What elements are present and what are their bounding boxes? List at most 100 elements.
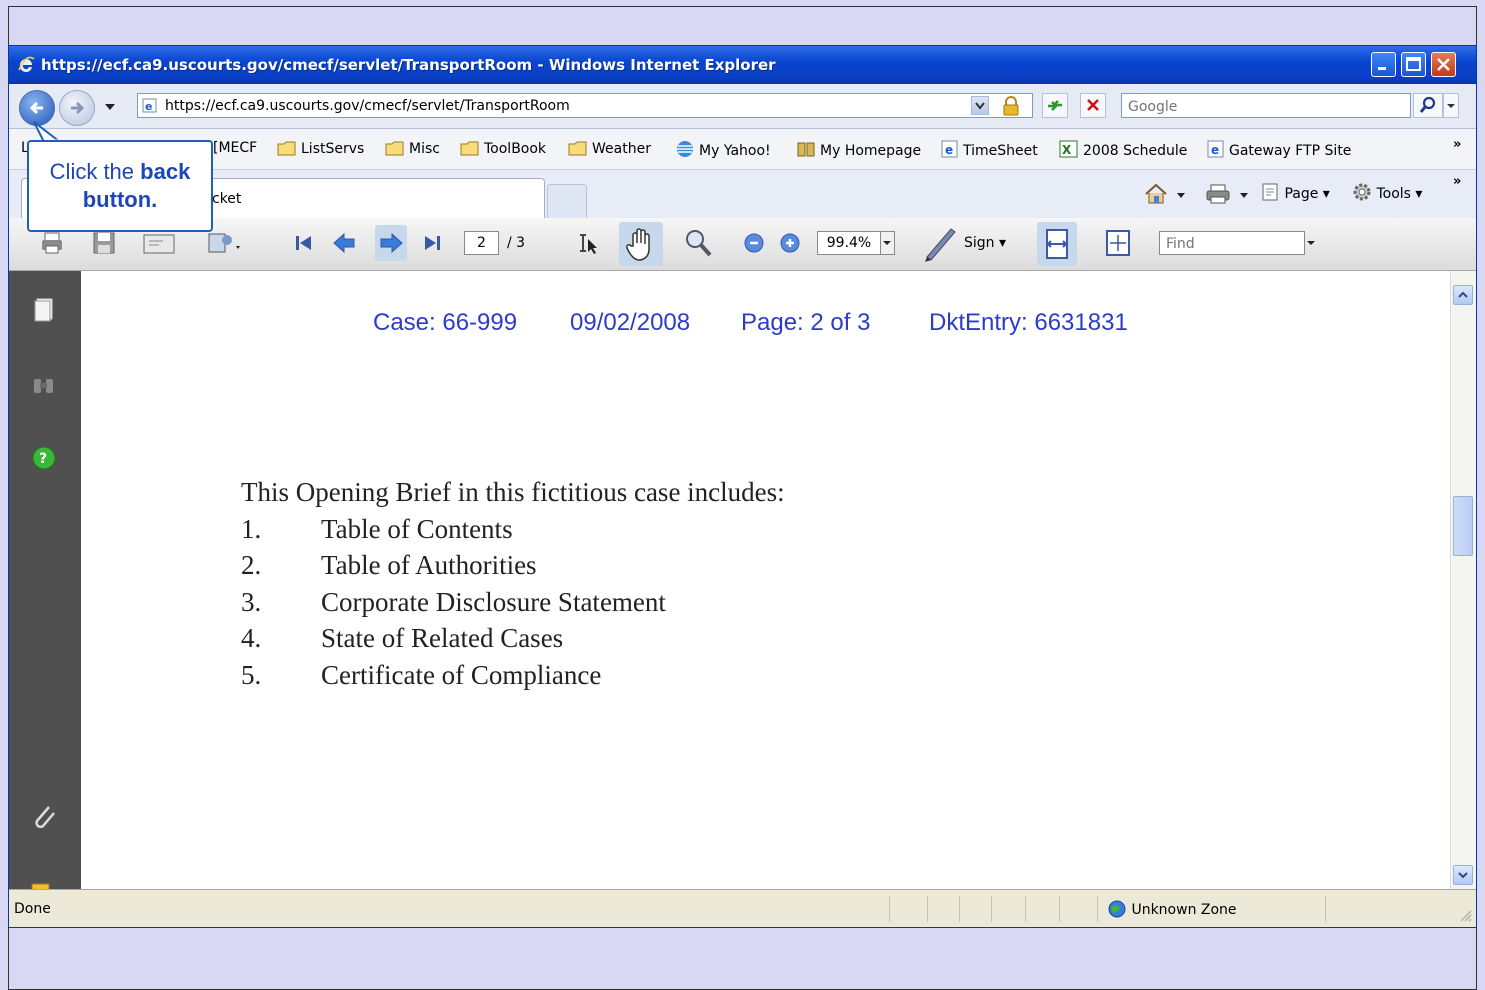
chevron-down-icon[interactable] (1177, 193, 1185, 198)
stop-button[interactable] (1080, 93, 1106, 118)
next-page-icon[interactable] (375, 225, 407, 261)
sign-pen-icon[interactable] (921, 223, 961, 263)
address-dropdown-button[interactable] (971, 96, 989, 115)
fit-width-icon (1046, 229, 1068, 259)
link-gateway-ftp[interactable]: e Gateway FTP Site (1207, 140, 1351, 159)
link-listservs[interactable]: ListServs (277, 140, 364, 157)
first-page-icon[interactable] (291, 230, 317, 256)
lock-icon[interactable] (1000, 96, 1022, 116)
status-text: Done (14, 901, 51, 917)
previous-page-icon[interactable] (331, 230, 357, 256)
globe-icon (1108, 900, 1126, 918)
svg-text:e: e (1211, 143, 1219, 157)
link-weather[interactable]: Weather (568, 140, 651, 157)
resize-grip-icon[interactable] (1456, 906, 1472, 922)
folder-icon (385, 141, 404, 156)
find-field[interactable] (1159, 231, 1305, 255)
pdf-toolbar: 2 / 3 99.4% Sign ▾ (9, 218, 1476, 271)
links-overflow-chevron-icon[interactable]: » (1453, 137, 1461, 152)
minimize-button[interactable] (1371, 52, 1396, 77)
link-toolbook[interactable]: ToolBook (460, 140, 546, 157)
status-divider (1097, 896, 1098, 922)
vertical-scrollbar[interactable] (1450, 271, 1476, 889)
address-toolbar: e https://ecf.ca9.uscourts.gov/cmecf/ser… (9, 84, 1476, 129)
select-text-icon[interactable] (575, 230, 601, 256)
book-icon (797, 142, 815, 157)
tools-menu[interactable]: Tools ▾ (1352, 182, 1422, 202)
address-field[interactable]: e https://ecf.ca9.uscourts.gov/cmecf/ser… (137, 93, 1033, 118)
link-timesheet[interactable]: e TimeSheet (941, 140, 1038, 159)
link-my-homepage[interactable]: My Homepage (796, 140, 921, 159)
command-overflow-chevron-icon[interactable]: » (1453, 174, 1461, 189)
zoom-out-icon[interactable] (741, 230, 767, 256)
status-divider (991, 896, 992, 922)
find-input[interactable] (1164, 235, 1298, 253)
status-divider (1325, 896, 1326, 922)
maximize-button[interactable] (1401, 52, 1426, 77)
scroll-thumb[interactable] (1453, 496, 1473, 556)
recent-pages-dropdown-icon[interactable] (105, 104, 115, 110)
folder-icon (568, 141, 587, 156)
paperclip-icon[interactable] (29, 801, 59, 831)
last-page-icon[interactable] (419, 230, 445, 256)
status-divider (959, 896, 960, 922)
zoom-in-icon[interactable] (777, 230, 803, 256)
help-icon[interactable]: ? (29, 443, 59, 473)
scroll-down-button[interactable] (1453, 865, 1473, 885)
callout-text-plain: Click the (49, 159, 141, 184)
share-icon[interactable] (207, 230, 241, 256)
print-icon[interactable] (1205, 183, 1231, 205)
stop-icon (1087, 99, 1099, 111)
save-icon[interactable] (91, 230, 117, 256)
fit-page-icon[interactable] (1103, 228, 1133, 258)
fit-width-button[interactable] (1037, 222, 1077, 266)
pages-icon[interactable] (29, 295, 59, 325)
link-misc[interactable]: Misc (385, 140, 440, 157)
zoom-dropdown-button[interactable] (881, 231, 895, 255)
status-divider (889, 896, 890, 922)
svg-text:e: e (945, 143, 953, 157)
sign-menu[interactable]: Sign ▾ (964, 235, 1006, 251)
page-number-input[interactable]: 2 (464, 231, 499, 255)
link-label: My Homepage (820, 143, 922, 159)
link-label: ListServs (301, 141, 365, 157)
email-icon[interactable] (141, 230, 177, 256)
refresh-icon (1048, 100, 1062, 111)
att-icon (677, 141, 693, 157)
link-label: Misc (409, 141, 440, 157)
search-input[interactable] (1126, 95, 1400, 118)
hand-tool-button[interactable] (619, 222, 663, 266)
link-cmecf[interactable]: [MECF (213, 140, 257, 156)
new-tab-button[interactable] (547, 184, 587, 218)
maximize-icon (1406, 57, 1421, 71)
link-my-yahoo[interactable]: My Yahoo! (675, 140, 771, 159)
forward-arrow-icon (71, 101, 85, 115)
search-options-button[interactable] (1443, 93, 1459, 118)
pdf-document-page: Case: 66-999 09/02/2008 Page: 2 of 3 Dkt… (81, 271, 1450, 889)
pdf-print-icon[interactable] (39, 230, 65, 256)
chevron-down-icon[interactable] (1240, 193, 1248, 198)
home-icon[interactable] (1143, 182, 1169, 206)
zoom-level-input[interactable]: 99.4% (817, 231, 881, 255)
hand-icon (626, 228, 650, 261)
sign-label: Sign (964, 235, 995, 251)
ie-window: https://ecf.ca9.uscourts.gov/cmecf/servl… (8, 45, 1477, 928)
list-item-text: Table of Authorities (321, 550, 537, 580)
close-button[interactable] (1431, 52, 1456, 77)
link-2008-schedule[interactable]: X 2008 Schedule (1059, 140, 1187, 159)
search-button[interactable] (1413, 93, 1443, 118)
zoom-tool-icon[interactable] (681, 226, 715, 260)
page-menu[interactable]: Page ▾ (1260, 182, 1330, 202)
page-total: / 3 (507, 235, 526, 251)
status-bar: Done Unknown Zone (9, 889, 1476, 927)
find-options-dropdown-icon[interactable] (1305, 231, 1317, 255)
docket-case-number: Case: 66-999 (373, 309, 518, 336)
scroll-up-button[interactable] (1453, 285, 1473, 305)
binoculars-icon[interactable] (29, 371, 59, 401)
tools-menu-label: Tools (1376, 186, 1411, 202)
refresh-button[interactable] (1042, 93, 1068, 118)
back-arrow-icon (29, 101, 43, 115)
security-zone[interactable]: Unknown Zone (1107, 899, 1237, 919)
svg-text:X: X (1062, 143, 1072, 157)
search-field[interactable] (1121, 93, 1411, 118)
